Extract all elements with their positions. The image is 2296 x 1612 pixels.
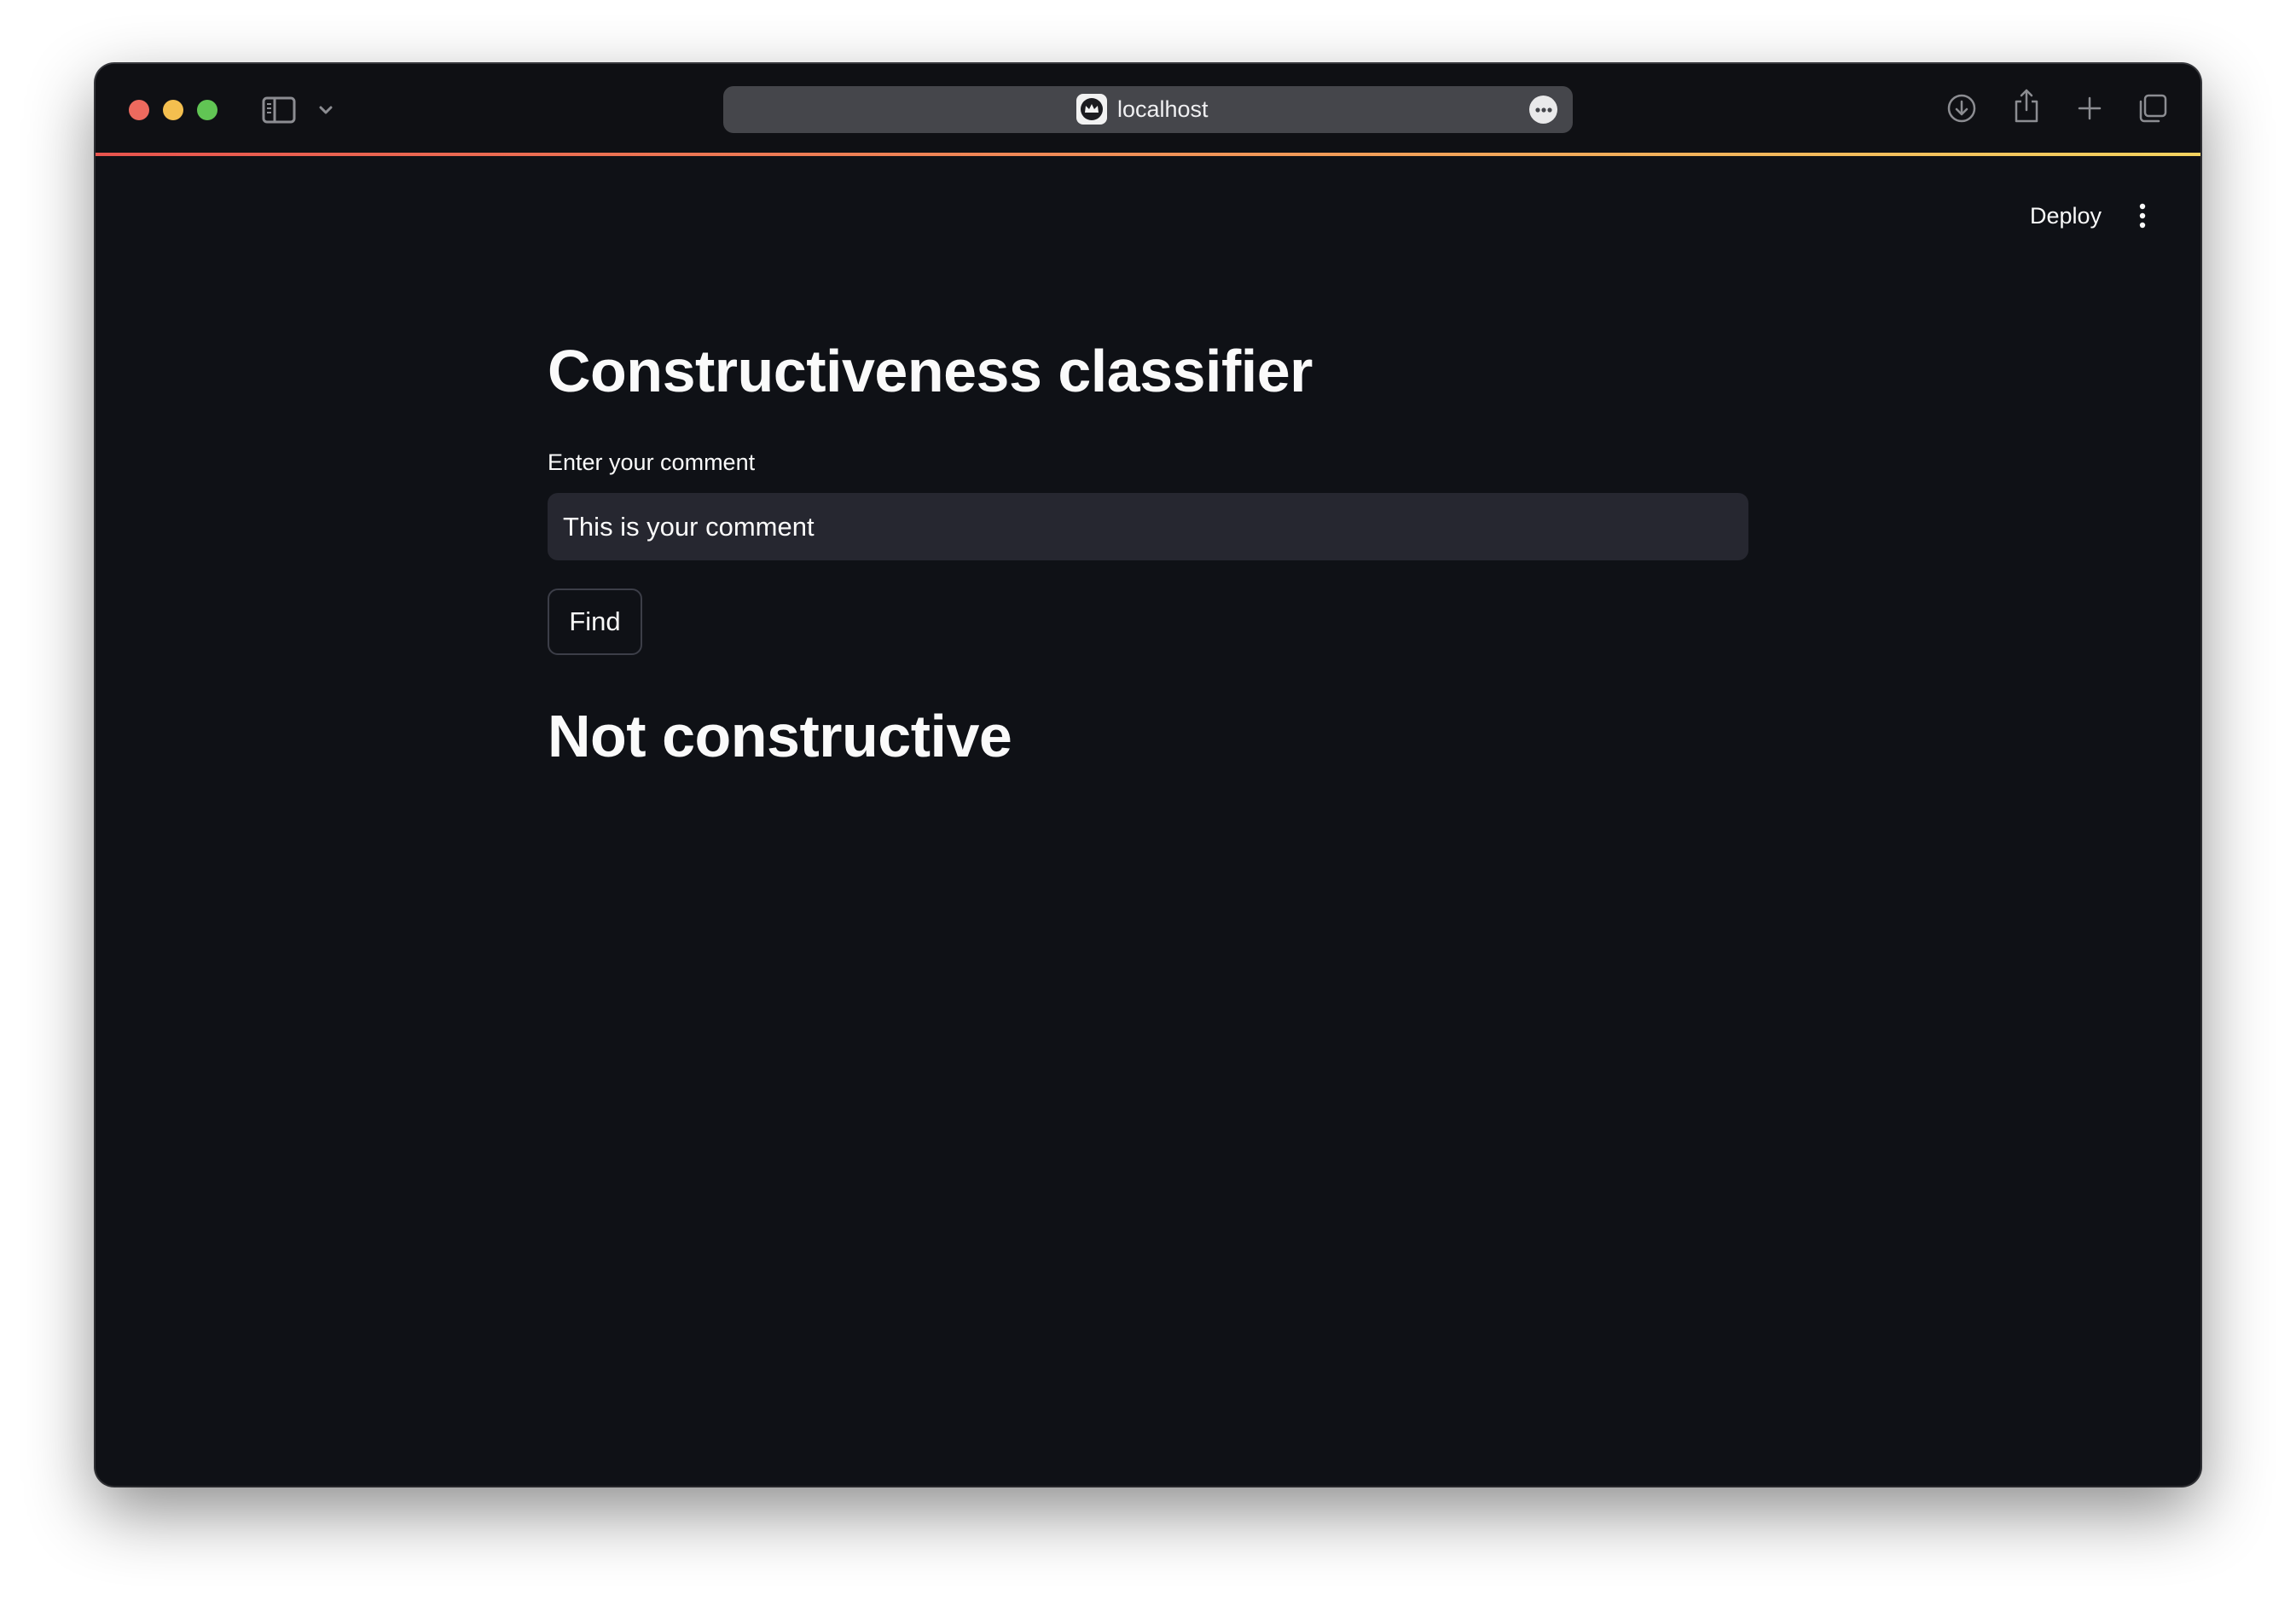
- minimize-window-button[interactable]: [163, 100, 183, 120]
- address-bar[interactable]: localhost: [723, 86, 1573, 133]
- browser-window: localhost Deploy Constructiveness classi…: [96, 64, 2200, 1486]
- ellipsis-circle-icon[interactable]: [1529, 96, 1557, 124]
- download-icon[interactable]: [1945, 91, 1979, 125]
- sidebar-icon[interactable]: [261, 95, 297, 125]
- chevron-down-icon[interactable]: [316, 98, 336, 122]
- share-icon[interactable]: [2009, 86, 2044, 125]
- plus-icon[interactable]: [2073, 91, 2107, 125]
- find-button[interactable]: Find: [548, 589, 642, 655]
- comment-input[interactable]: [548, 493, 1748, 560]
- comment-input-label: Enter your comment: [548, 449, 756, 475]
- kebab-menu-icon[interactable]: [2122, 195, 2163, 236]
- page-title: Constructiveness classifier: [548, 338, 1313, 404]
- streamlit-crown-icon: [1076, 94, 1107, 125]
- app-loading-accent-bar: [96, 153, 2200, 156]
- deploy-button[interactable]: Deploy: [2006, 192, 2125, 240]
- close-window-button[interactable]: [129, 100, 149, 120]
- zoom-window-button[interactable]: [197, 100, 217, 120]
- url-text[interactable]: localhost: [1117, 86, 1209, 133]
- tabs-icon[interactable]: [2136, 91, 2170, 125]
- classification-result: Not constructive: [548, 703, 1012, 769]
- browser-toolbar: localhost: [96, 64, 2200, 153]
